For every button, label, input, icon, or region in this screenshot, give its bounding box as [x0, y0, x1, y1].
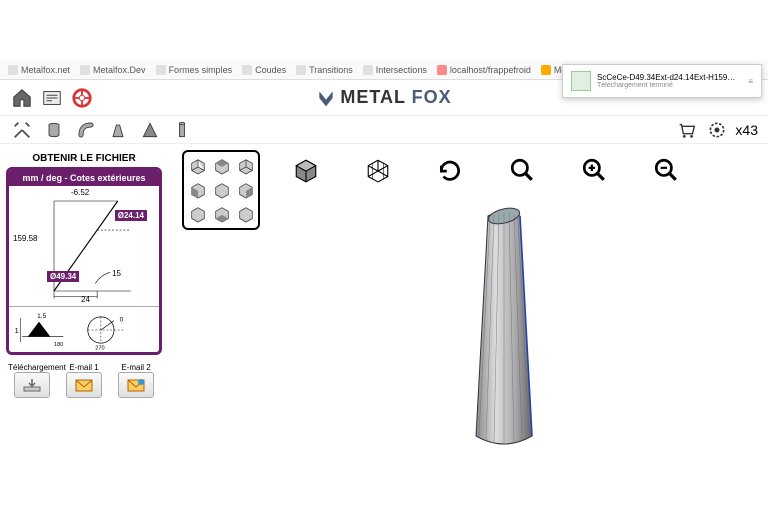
bookmark[interactable]: localhost/frappefroid	[437, 65, 531, 75]
view-iso-bl[interactable]	[187, 203, 209, 225]
brand-row: METAL FOX	[0, 80, 768, 116]
bookmark[interactable]: Metalfox.net	[8, 65, 70, 75]
shape-toolbar: x43	[0, 116, 768, 144]
view-bottom[interactable]	[211, 203, 233, 225]
viewport	[270, 144, 738, 464]
cart-icon[interactable]	[675, 118, 699, 142]
view-front[interactable]	[211, 179, 233, 201]
3d-model[interactable]	[270, 194, 738, 464]
view-orientation-grid	[182, 150, 260, 230]
viewport-toolbar	[270, 144, 738, 196]
export-label: Téléchargement	[8, 363, 56, 372]
parameter-box[interactable]: mm / deg - Cotes extérieures -6.52 Ø24.1…	[6, 167, 162, 355]
help-icon[interactable]	[70, 86, 94, 110]
export-label: E-mail 2	[112, 363, 160, 372]
sidebar: OBTENIR LE FICHIER mm / deg - Cotes exté…	[0, 144, 168, 464]
bookmark[interactable]: Coudes	[242, 65, 286, 75]
bookmark[interactable]: Metalfox.Dev	[80, 65, 146, 75]
view-left[interactable]	[187, 179, 209, 201]
home-icon[interactable]	[10, 86, 34, 110]
bookmark[interactable]: Transitions	[296, 65, 353, 75]
credits-count: x43	[735, 122, 758, 138]
news-icon[interactable]	[40, 86, 64, 110]
bookmark[interactable]: Formes simples	[156, 65, 233, 75]
view-iso-tr[interactable]	[235, 155, 257, 177]
gear-icon[interactable]	[705, 118, 729, 142]
zoom-fit-icon[interactable]	[506, 154, 538, 186]
secondary-diagram: 1 1.5 180 0 270	[9, 306, 159, 352]
email2-button[interactable]	[118, 372, 154, 398]
rotate-icon[interactable]	[434, 154, 466, 186]
view-iso-tl[interactable]	[187, 155, 209, 177]
zoom-in-icon[interactable]	[578, 154, 610, 186]
download-button[interactable]	[14, 372, 50, 398]
svg-text:270: 270	[95, 345, 104, 351]
units-header: mm / deg - Cotes extérieures	[9, 170, 159, 186]
svg-text:1: 1	[15, 325, 19, 334]
view-iso-br[interactable]	[235, 203, 257, 225]
zoom-out-icon[interactable]	[650, 154, 682, 186]
svg-text:1.5: 1.5	[37, 312, 46, 319]
svg-text:0: 0	[120, 316, 124, 323]
shaded-mode-icon[interactable]	[290, 154, 322, 186]
wireframe-mode-icon[interactable]	[362, 154, 394, 186]
tools-icon[interactable]	[10, 118, 34, 142]
shape-cylinder-icon[interactable]	[42, 118, 66, 142]
export-label: E-mail 1	[60, 363, 108, 372]
shape-cone-icon[interactable]	[138, 118, 162, 142]
sidebar-title: OBTENIR LE FICHIER	[6, 150, 162, 167]
shape-transition-icon[interactable]	[106, 118, 130, 142]
shape-elbow-icon[interactable]	[74, 118, 98, 142]
bookmark[interactable]: Intersections	[363, 65, 427, 75]
brand-logo[interactable]: METAL FOX	[316, 87, 451, 108]
dimension-diagram: -6.52 Ø24.14 159.58 Ø49.34 15 24	[9, 186, 159, 306]
email1-button[interactable]	[66, 372, 102, 398]
view-top[interactable]	[211, 155, 233, 177]
shape-tube-icon[interactable]	[170, 118, 194, 142]
view-right[interactable]	[235, 179, 257, 201]
svg-text:180: 180	[54, 341, 63, 347]
